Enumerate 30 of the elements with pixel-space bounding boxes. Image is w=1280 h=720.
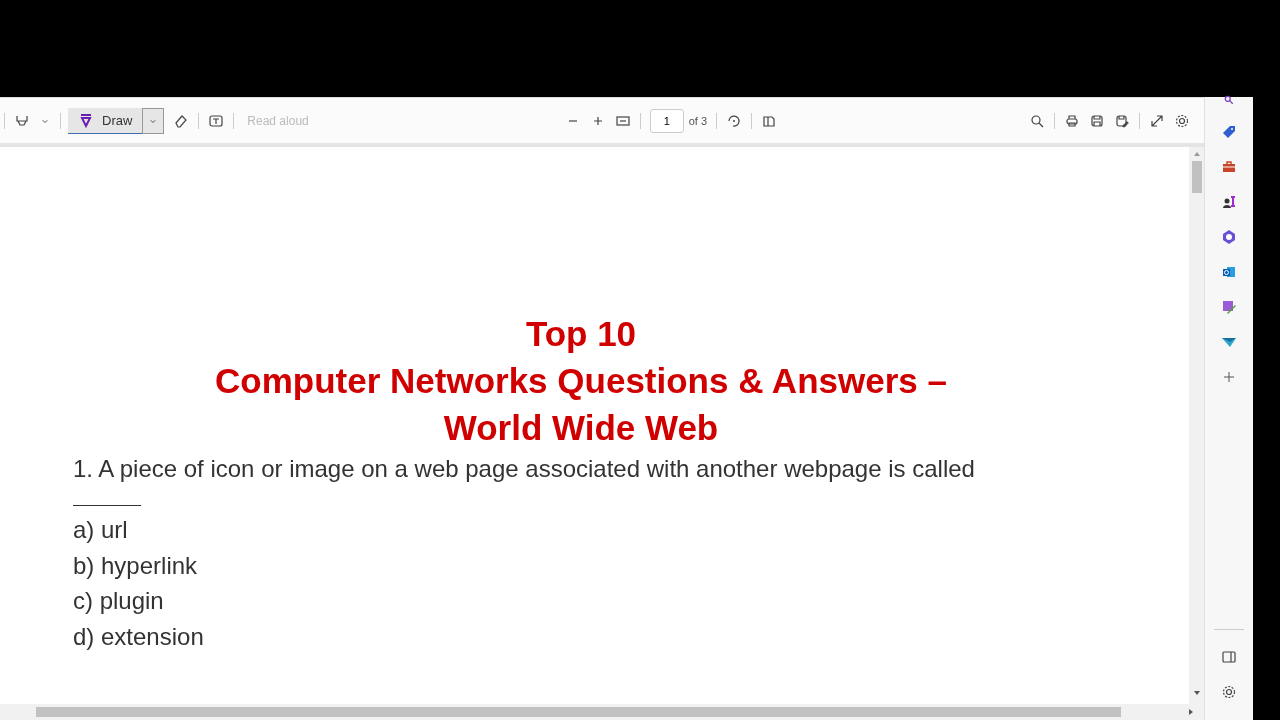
page-count: of 3 [688,114,708,127]
pen-icon [78,112,94,128]
answer-option: d) extension [73,618,1189,654]
tag-icon[interactable] [1221,124,1237,140]
settings-icon[interactable] [1174,112,1190,129]
image-edit-icon[interactable] [1221,299,1237,315]
settings-icon[interactable] [1221,684,1237,700]
document-title: World Wide Web [443,407,719,449]
scroll-down-icon[interactable] [1192,690,1201,696]
save-as-icon[interactable] [1114,112,1130,129]
sidebar-toggle-icon[interactable] [1221,649,1237,665]
toolbox-icon[interactable] [1221,159,1237,175]
page-number-field[interactable]: 1 [649,108,684,133]
expand-icon[interactable] [1149,112,1165,129]
rotate-icon[interactable] [726,112,743,129]
draw-button[interactable]: Draw [68,107,143,134]
answer-option: b) hyperlink [73,547,1189,583]
scrollbar-thumb[interactable] [36,707,1121,717]
answer-option: a) url [73,512,1189,548]
answer-option: c) plugin [73,583,1189,619]
print-icon[interactable] [1064,112,1080,129]
search-icon[interactable] [1029,112,1045,129]
document-title: Computer Networks Questions & Answers – [215,360,947,402]
save-icon[interactable] [1089,112,1105,129]
document-title: Top 10 [525,313,637,355]
scrollbar-thumb[interactable] [1191,161,1202,193]
scroll-right-icon[interactable] [1188,708,1194,716]
dropdown-button[interactable] [142,107,165,134]
text-box-icon[interactable] [208,112,225,129]
question-text: 1. A piece of icon or image on a web page associated with another webpage is called [73,454,976,484]
